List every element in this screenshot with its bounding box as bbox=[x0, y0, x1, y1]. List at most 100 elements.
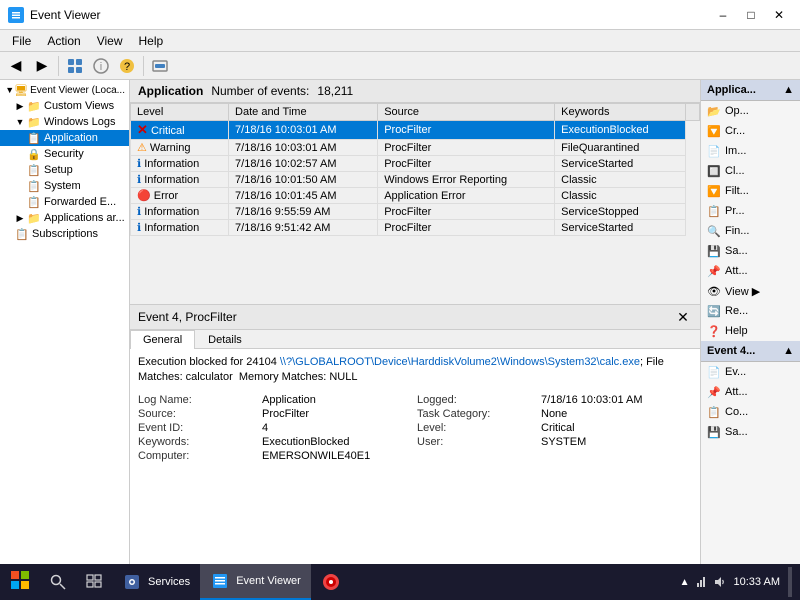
actions-main-item[interactable]: 📂Op... bbox=[701, 101, 800, 121]
actions-main-item[interactable]: 🔲Cl... bbox=[701, 161, 800, 181]
tree-windows-logs[interactable]: ▼ 📁 Windows Logs bbox=[0, 114, 129, 130]
tree-security[interactable]: 🔒 Security bbox=[0, 146, 129, 162]
cell-datetime: 7/18/16 9:51:42 AM bbox=[229, 220, 378, 236]
actions-event-item[interactable]: 💾Sa... bbox=[701, 422, 800, 442]
actions-main-item[interactable]: 💾Sa... bbox=[701, 241, 800, 261]
tree-forwarded-label: Forwarded E... bbox=[44, 196, 116, 208]
menu-view[interactable]: View bbox=[89, 32, 131, 50]
log-header: Application Number of events: 18,211 bbox=[130, 80, 700, 103]
window-title: Event Viewer bbox=[30, 8, 710, 22]
tree-application[interactable]: 📋 Application bbox=[0, 130, 129, 146]
forward-button[interactable]: ▶ bbox=[30, 55, 54, 77]
actions-main-item[interactable]: 📄Im... bbox=[701, 141, 800, 161]
window-controls: – □ ✕ bbox=[710, 5, 792, 25]
actions-main-item[interactable]: ❓Help bbox=[701, 321, 800, 341]
table-row[interactable]: ⚠ Warning 7/18/16 10:03:01 AM ProcFilter… bbox=[131, 140, 700, 156]
table-row[interactable]: ℹ Information 7/18/16 9:51:42 AM ProcFil… bbox=[131, 220, 700, 236]
action-icon: ❓ bbox=[707, 324, 721, 338]
windows-icon bbox=[11, 571, 29, 594]
minimize-button[interactable]: – bbox=[710, 5, 736, 25]
taskbar-services[interactable]: Services bbox=[112, 564, 200, 600]
tree-setup[interactable]: 📋 Setup bbox=[0, 162, 129, 178]
event-description: Execution blocked for 24104 \\?\GLOBALRO… bbox=[138, 355, 692, 386]
start-button[interactable] bbox=[0, 564, 40, 600]
action-label: Filt... bbox=[725, 185, 749, 197]
toolbar-separator-2 bbox=[143, 56, 144, 76]
search-button[interactable] bbox=[40, 564, 76, 600]
action-label: View ▶ bbox=[725, 285, 760, 298]
menu-file[interactable]: File bbox=[4, 32, 39, 50]
user-label: User: bbox=[417, 436, 537, 448]
event-detail-close-button[interactable]: ✕ bbox=[674, 308, 692, 326]
taskbar-clock[interactable]: 10:33 AM bbox=[734, 576, 780, 588]
cell-datetime: 7/18/16 10:01:45 AM bbox=[229, 188, 378, 204]
actions-main-item[interactable]: 📋Pr... bbox=[701, 201, 800, 221]
actions-event-item[interactable]: 📌Att... bbox=[701, 382, 800, 402]
actions-event-header[interactable]: Event 4... ▲ bbox=[701, 341, 800, 362]
tree-setup-label: Setup bbox=[44, 164, 73, 176]
task-view-button[interactable] bbox=[76, 564, 112, 600]
tree-custom-views[interactable]: ▶ 📁 Custom Views bbox=[0, 98, 129, 114]
events-table-wrapper[interactable]: Level Date and Time Source Keywords ✕ Cr… bbox=[130, 103, 700, 253]
tree-subscriptions[interactable]: 📋 Subscriptions bbox=[0, 226, 129, 242]
svg-text:?: ? bbox=[124, 61, 130, 73]
services-icon bbox=[122, 572, 142, 592]
col-datetime[interactable]: Date and Time bbox=[229, 104, 378, 121]
actions-main-item[interactable]: 🔍Fin... bbox=[701, 221, 800, 241]
up-button[interactable] bbox=[63, 55, 87, 77]
level-value: Critical bbox=[541, 422, 692, 434]
maximize-button[interactable]: □ bbox=[738, 5, 764, 25]
event-viewer-taskbar-icon bbox=[210, 571, 230, 591]
action-icon: 📋 bbox=[707, 204, 721, 218]
col-keywords[interactable]: Keywords bbox=[555, 104, 686, 121]
cell-keywords: FileQuarantined bbox=[555, 140, 686, 156]
event-id-label: Event ID: bbox=[138, 422, 258, 434]
taskbar-event-viewer[interactable]: Event Viewer bbox=[200, 564, 311, 600]
taskbar-third-app[interactable] bbox=[311, 564, 351, 600]
action-icon: 📂 bbox=[707, 104, 721, 118]
col-source[interactable]: Source bbox=[378, 104, 555, 121]
actions-main-item[interactable]: 📌Att... bbox=[701, 261, 800, 281]
table-row[interactable]: 🔴 Error 7/18/16 10:01:45 AM Application … bbox=[131, 188, 700, 204]
actions-main-header[interactable]: Applica... ▲ bbox=[701, 80, 800, 101]
back-button[interactable]: ◀ bbox=[4, 55, 28, 77]
tab-details[interactable]: Details bbox=[195, 330, 255, 349]
cell-source: ProcFilter bbox=[378, 156, 555, 172]
actions-main-item[interactable]: 👁View ▶ bbox=[701, 281, 800, 301]
action-button[interactable]: i bbox=[89, 55, 113, 77]
tree-apps-services[interactable]: ▶ 📁 Applications ar... bbox=[0, 210, 129, 226]
tree-system[interactable]: 📋 System bbox=[0, 178, 129, 194]
menu-help[interactable]: Help bbox=[131, 32, 172, 50]
tree-system-label: System bbox=[44, 180, 81, 192]
help-button[interactable]: ? bbox=[115, 55, 139, 77]
actions-event-item[interactable]: 📄Ev... bbox=[701, 362, 800, 382]
tree-arrow-winlogs: ▼ bbox=[14, 117, 26, 127]
cell-source: Application Error bbox=[378, 188, 555, 204]
left-panel: ▼ 🖥 Event Viewer (Loca... ▶ 📁 Custom Vie… bbox=[0, 80, 130, 564]
tab-general[interactable]: General bbox=[130, 330, 195, 349]
systray-arrow[interactable]: ▲ bbox=[680, 577, 690, 588]
col-level[interactable]: Level bbox=[131, 104, 229, 121]
table-row[interactable]: ℹ Information 7/18/16 9:55:59 AM ProcFil… bbox=[131, 204, 700, 220]
table-row[interactable]: ℹ Information 7/18/16 10:01:50 AM Window… bbox=[131, 172, 700, 188]
menu-action[interactable]: Action bbox=[39, 32, 88, 50]
mmc-button[interactable] bbox=[148, 55, 172, 77]
event-path-link[interactable]: \\?\GLOBALROOT\Device\HarddiskVolume2\Wi… bbox=[280, 356, 640, 368]
actions-main-item[interactable]: 🔄Re... bbox=[701, 301, 800, 321]
source-label: Source: bbox=[138, 408, 258, 420]
event-detail-header: Event 4, ProcFilter ✕ bbox=[130, 305, 700, 330]
actions-event-item[interactable]: 📋Co... bbox=[701, 402, 800, 422]
tree-root[interactable]: ▼ 🖥 Event Viewer (Loca... bbox=[0, 82, 129, 98]
actions-main-item[interactable]: 🔽Cr... bbox=[701, 121, 800, 141]
cell-level: ℹ Information bbox=[131, 172, 229, 188]
table-row[interactable]: ✕ Critical 7/18/16 10:03:01 AM ProcFilte… bbox=[131, 121, 700, 140]
actions-main-item[interactable]: 🔽Filt... bbox=[701, 181, 800, 201]
task-cat-label: Task Category: bbox=[417, 408, 537, 420]
show-desktop-button[interactable] bbox=[788, 567, 792, 597]
table-row[interactable]: ℹ Information 7/18/16 10:02:57 AM ProcFi… bbox=[131, 156, 700, 172]
tree-forwarded[interactable]: 📋 Forwarded E... bbox=[0, 194, 129, 210]
menu-bar: File Action View Help bbox=[0, 30, 800, 52]
source-value: ProcFilter bbox=[262, 408, 413, 420]
cell-source: ProcFilter bbox=[378, 140, 555, 156]
close-button[interactable]: ✕ bbox=[766, 5, 792, 25]
